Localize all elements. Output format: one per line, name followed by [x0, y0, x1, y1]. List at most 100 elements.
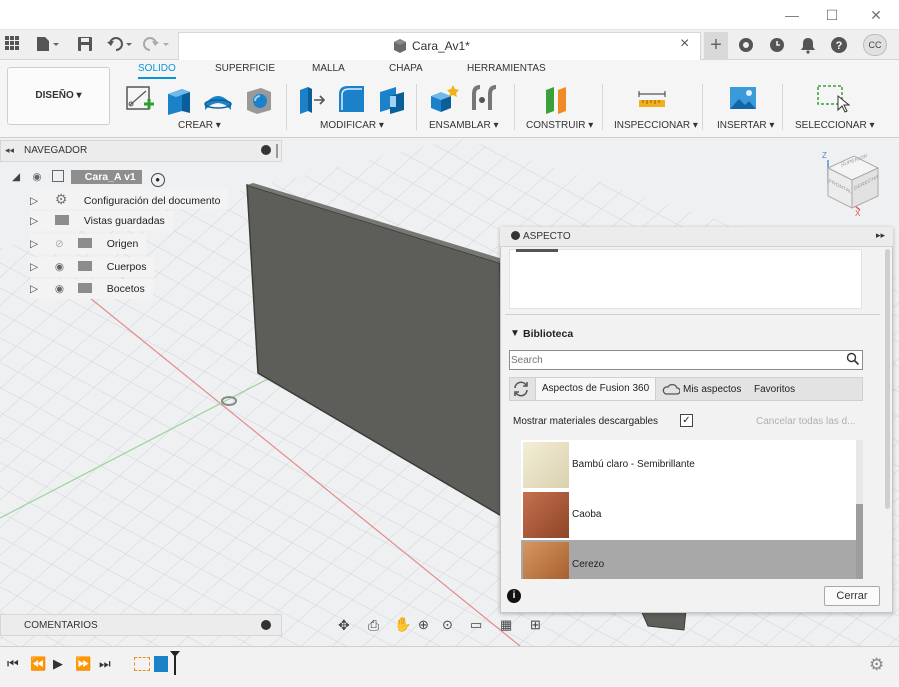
- measure-icon[interactable]: [636, 82, 668, 116]
- group-seleccionar[interactable]: SELECCIONAR ▾: [795, 120, 874, 131]
- new-component-icon[interactable]: [428, 82, 460, 116]
- expand-triangle-icon[interactable]: ▷: [30, 211, 52, 231]
- group-modificar[interactable]: MODIFICAR ▾: [320, 120, 384, 131]
- tab-superficie[interactable]: SUPERFICIE: [215, 63, 275, 74]
- timeline-sketch-feature[interactable]: [134, 657, 150, 671]
- job-status-icon[interactable]: [768, 36, 786, 54]
- go-to-end-icon[interactable]: ⏭: [99, 656, 111, 672]
- go-to-start-icon[interactable]: ⏮: [7, 656, 19, 672]
- library-collapse-icon[interactable]: ▼: [510, 328, 520, 339]
- shell-box-icon[interactable]: [243, 82, 275, 116]
- tab-chapa[interactable]: CHAPA: [389, 63, 423, 74]
- cancel-all-downloads-link[interactable]: Cancelar todas las d...: [756, 416, 856, 427]
- viewports-icon[interactable]: ⊞: [530, 617, 541, 633]
- expand-dialog-button[interactable]: ▸▸: [876, 230, 885, 241]
- info-icon[interactable]: i: [507, 589, 521, 603]
- insert-image-icon[interactable]: [728, 82, 760, 116]
- timeline-marker[interactable]: [170, 651, 180, 675]
- orbit-icon[interactable]: ✥: [338, 617, 350, 634]
- group-construir[interactable]: CONSTRUIR ▾: [526, 120, 593, 131]
- close-dialog-button[interactable]: Cerrar: [824, 586, 880, 606]
- workspace-switcher[interactable]: DISEÑO ▾: [7, 67, 110, 125]
- expand-triangle-icon[interactable]: ▷: [30, 257, 52, 277]
- step-forward-icon[interactable]: ⏩: [75, 656, 91, 672]
- tab-my-appearances[interactable]: Mis aspectos: [683, 384, 741, 395]
- visibility-eye-icon[interactable]: ◉: [55, 257, 75, 277]
- expand-triangle-icon[interactable]: ▷: [30, 279, 52, 299]
- group-crear[interactable]: CREAR ▾: [178, 120, 221, 131]
- dialog-scrollbar[interactable]: [885, 249, 890, 509]
- file-menu-icon[interactable]: [34, 36, 62, 54]
- fillet-icon[interactable]: [336, 82, 368, 116]
- library-search-input[interactable]: [511, 352, 831, 368]
- pan-hand-icon[interactable]: ✋: [394, 616, 411, 633]
- show-downloadable-checkbox[interactable]: ✓: [680, 414, 693, 427]
- minimize-button[interactable]: —: [778, 5, 806, 25]
- tab-solido[interactable]: SOLIDO: [138, 63, 176, 79]
- maximize-button[interactable]: ☐: [818, 5, 846, 25]
- extensions-icon[interactable]: [737, 36, 755, 54]
- step-back-icon[interactable]: ⏪: [30, 656, 46, 672]
- design-appearance-swatch[interactable]: [516, 249, 558, 252]
- pin-browser-icon[interactable]: [261, 145, 271, 155]
- offset-plane-icon[interactable]: [540, 82, 572, 116]
- material-item-bamboo[interactable]: Bambú claro - Semibrillante: [521, 440, 856, 490]
- expand-triangle-icon[interactable]: ▷: [30, 234, 52, 254]
- collapse-browser-icon[interactable]: ◂◂: [5, 145, 14, 156]
- tab-malla[interactable]: MALLA: [312, 63, 345, 74]
- fit-icon[interactable]: ⊙: [442, 617, 453, 633]
- zoom-icon[interactable]: ⊕: [418, 617, 429, 633]
- tab-favorites[interactable]: Favoritos: [754, 384, 795, 395]
- combine-icon[interactable]: [376, 82, 408, 116]
- new-tab-button[interactable]: +: [704, 32, 728, 60]
- timeline-settings-gear-icon[interactable]: ⚙: [869, 655, 884, 675]
- expand-triangle-icon[interactable]: ▷: [30, 191, 52, 211]
- resize-handle[interactable]: [276, 144, 278, 158]
- visibility-eye-icon[interactable]: ◉: [29, 167, 45, 187]
- undo-icon[interactable]: [106, 36, 136, 54]
- joint-icon[interactable]: [468, 82, 500, 116]
- tab-herramientas[interactable]: HERRAMIENTAS: [467, 63, 546, 74]
- browser-item-sketches[interactable]: ▷ ◉ Bocetos: [30, 279, 153, 299]
- browser-item-origin[interactable]: ▷ ⊘ Origen: [30, 234, 147, 254]
- close-window-button[interactable]: ✕: [862, 5, 890, 25]
- activate-radio-icon[interactable]: ●: [150, 173, 165, 187]
- group-inspeccionar[interactable]: INSPECCIONAR ▾: [614, 120, 698, 131]
- material-item-mahogany[interactable]: Caoba: [521, 490, 856, 540]
- material-item-cherry[interactable]: Cerezo: [521, 540, 856, 579]
- collapse-triangle-icon[interactable]: ◢: [12, 167, 26, 187]
- material-list-scroll-thumb[interactable]: [856, 504, 863, 579]
- browser-item-document-settings[interactable]: ▷ ⚙ Configuración del documento: [30, 189, 229, 211]
- root-component-label[interactable]: Cara_A v1: [70, 170, 142, 184]
- add-comment-icon[interactable]: [261, 620, 271, 630]
- close-tab-button[interactable]: ×: [680, 35, 689, 53]
- user-avatar[interactable]: CC: [863, 34, 887, 56]
- extrude-icon[interactable]: [162, 82, 194, 116]
- revolve-icon[interactable]: [202, 82, 234, 116]
- refresh-library-icon[interactable]: [512, 380, 532, 398]
- search-icon[interactable]: [846, 352, 860, 366]
- notifications-bell-icon[interactable]: [799, 36, 817, 54]
- play-icon[interactable]: ▶: [53, 656, 63, 672]
- ribbon-divider: [702, 84, 703, 130]
- browser-item-bodies[interactable]: ▷ ◉ Cuerpos: [30, 257, 155, 277]
- group-insertar[interactable]: INSERTAR ▾: [717, 120, 774, 131]
- tab-fusion-appearances[interactable]: Aspectos de Fusion 360: [535, 378, 656, 400]
- hidden-eye-icon[interactable]: ⊘: [55, 234, 75, 254]
- look-at-icon[interactable]: ⎙: [368, 617, 379, 634]
- select-window-icon[interactable]: [816, 82, 851, 116]
- create-sketch-icon[interactable]: [124, 82, 156, 116]
- grid-settings-icon[interactable]: ▦: [500, 617, 512, 633]
- group-ensamblar[interactable]: ENSAMBLAR ▾: [429, 120, 498, 131]
- press-pull-icon[interactable]: [296, 82, 328, 116]
- data-panel-grid-icon[interactable]: [4, 36, 20, 54]
- redo-icon[interactable]: [142, 36, 172, 54]
- timeline-extrude-feature[interactable]: [154, 656, 168, 672]
- display-settings-icon[interactable]: ▭: [470, 617, 482, 633]
- browser-root-row[interactable]: ◢ ◉ Cara_A v1 ●: [12, 167, 212, 187]
- help-icon[interactable]: ?: [830, 36, 848, 54]
- pin-dialog-icon[interactable]: [511, 231, 520, 240]
- visibility-eye-icon[interactable]: ◉: [55, 279, 75, 299]
- save-icon[interactable]: [76, 36, 94, 54]
- browser-item-saved-views[interactable]: ▷ Vistas guardadas: [30, 211, 173, 231]
